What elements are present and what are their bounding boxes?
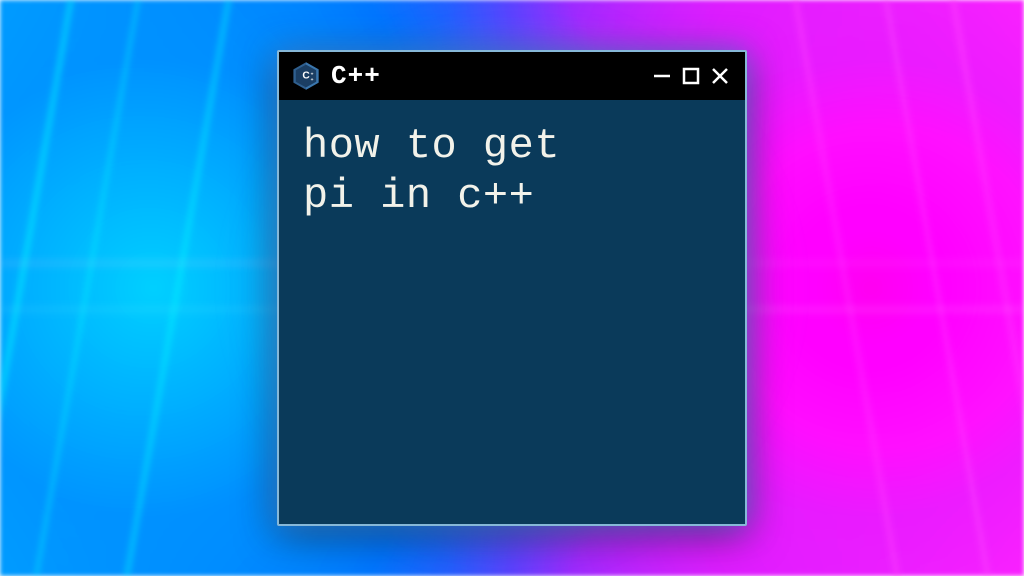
window-title: C++: [331, 61, 381, 91]
close-button[interactable]: [709, 65, 731, 87]
close-icon: [709, 65, 731, 87]
minimize-button[interactable]: [651, 65, 673, 87]
window-controls: [651, 65, 731, 87]
terminal-text: how to get pi in c++: [303, 122, 721, 221]
svg-text:C: C: [302, 70, 310, 81]
terminal-body[interactable]: how to get pi in c++: [279, 100, 745, 243]
titlebar[interactable]: C + + C++: [279, 52, 745, 100]
minimize-icon: [651, 65, 673, 87]
maximize-button[interactable]: [681, 66, 701, 86]
cpp-logo-icon: C + +: [291, 61, 321, 91]
svg-text:+: +: [311, 72, 314, 77]
maximize-icon: [681, 66, 701, 86]
terminal-window: C + + C++: [277, 50, 747, 526]
svg-text:+: +: [311, 78, 314, 83]
